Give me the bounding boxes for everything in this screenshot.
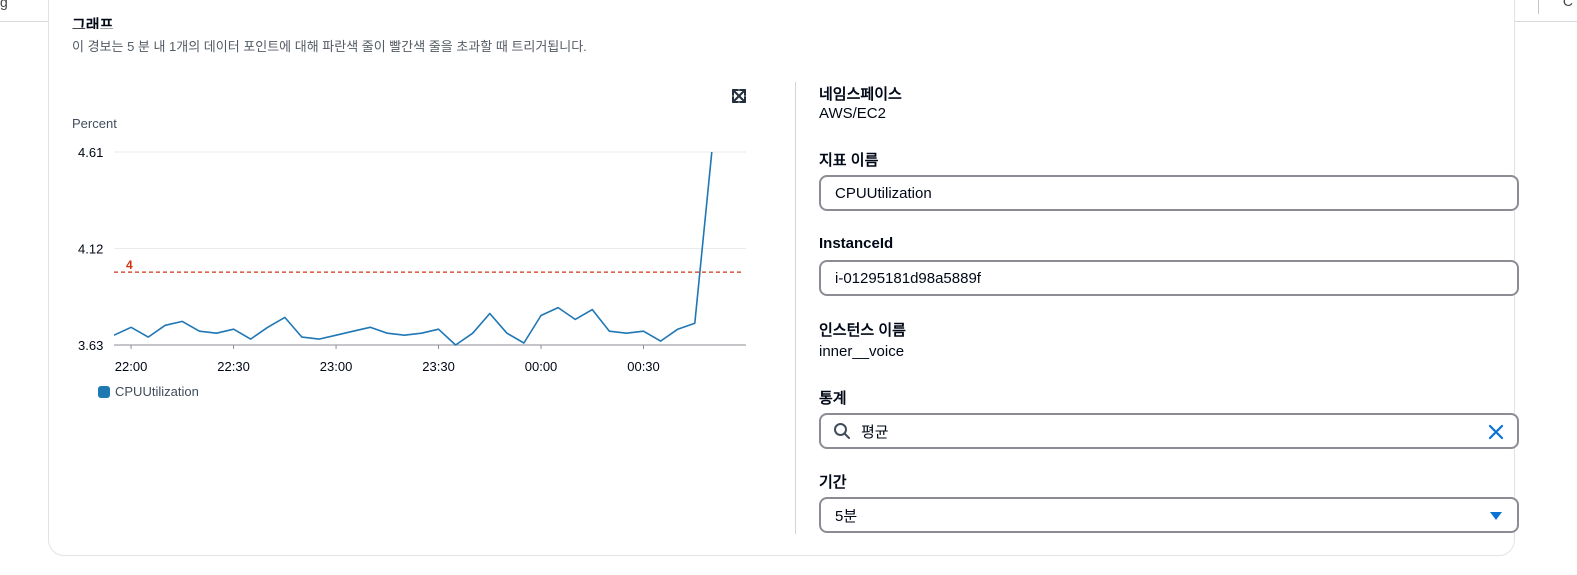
top-left-glyph: g (0, 0, 8, 10)
metric-name-value: CPUUtilization (835, 184, 932, 202)
caret-down-icon (1490, 512, 1502, 520)
instance-name-label: 인스턴스 이름 (819, 322, 906, 339)
panel-divider (795, 82, 796, 534)
namespace-value: AWS/EC2 (819, 105, 886, 122)
x-tick-label: 00:00 (525, 359, 558, 374)
panel-description: 이 경보는 5 분 내 1개의 데이터 포인트에 대해 파란색 줄이 빨간색 줄… (72, 39, 587, 54)
legend-swatch (98, 385, 110, 398)
metric-name-label: 지표 이름 (819, 152, 879, 169)
instance-id-value: i-01295181d98a5889f (835, 269, 981, 287)
top-right-icon[interactable]: C (1563, 0, 1573, 9)
close-icon[interactable] (1487, 423, 1505, 441)
top-right-divider (1538, 0, 1539, 14)
legend-label: CPUUtilization (115, 384, 199, 399)
instance-id-label: InstanceId (819, 235, 894, 252)
statistic-select[interactable]: 평균 (819, 413, 1519, 449)
chart-legend[interactable]: CPUUtilization (98, 384, 199, 399)
namespace-label: 네임스페이스 (819, 86, 902, 103)
x-tick-label: 22:30 (217, 359, 250, 374)
instance-id-input[interactable]: i-01295181d98a5889f (819, 260, 1519, 296)
panel-title: 그래프 (72, 17, 114, 29)
period-value: 5분 (835, 507, 858, 525)
y-tick-label: 4.61 (78, 145, 103, 160)
y-tick-label: 3.63 (78, 338, 103, 353)
y-axis-label: Percent (72, 116, 117, 131)
threshold-label: 4 (126, 258, 133, 272)
x-tick-label: 23:00 (320, 359, 353, 374)
statistic-label: 통계 (819, 390, 847, 407)
instance-name-value: inner__voice (819, 343, 905, 360)
statistic-value: 평균 (861, 423, 889, 441)
metric-name-input[interactable]: CPUUtilization (819, 175, 1519, 211)
cpu-utilization-chart: Percent 4.61 4.12 3.63 22:00 22:30 23:00 23:30 0… (60, 110, 760, 410)
x-tick-label: 22:00 (115, 359, 148, 374)
period-label: 기간 (819, 474, 847, 491)
period-select[interactable]: 5분 (819, 497, 1519, 533)
expand-icon[interactable] (729, 86, 749, 106)
search-icon (834, 423, 850, 439)
y-tick-label: 4.12 (78, 242, 103, 257)
chart-svg: Percent 4.61 4.12 3.63 22:00 22:30 23:00 23:30 0… (72, 116, 746, 374)
x-tick-label: 23:30 (422, 359, 455, 374)
x-tick-label: 00:30 (627, 359, 660, 374)
